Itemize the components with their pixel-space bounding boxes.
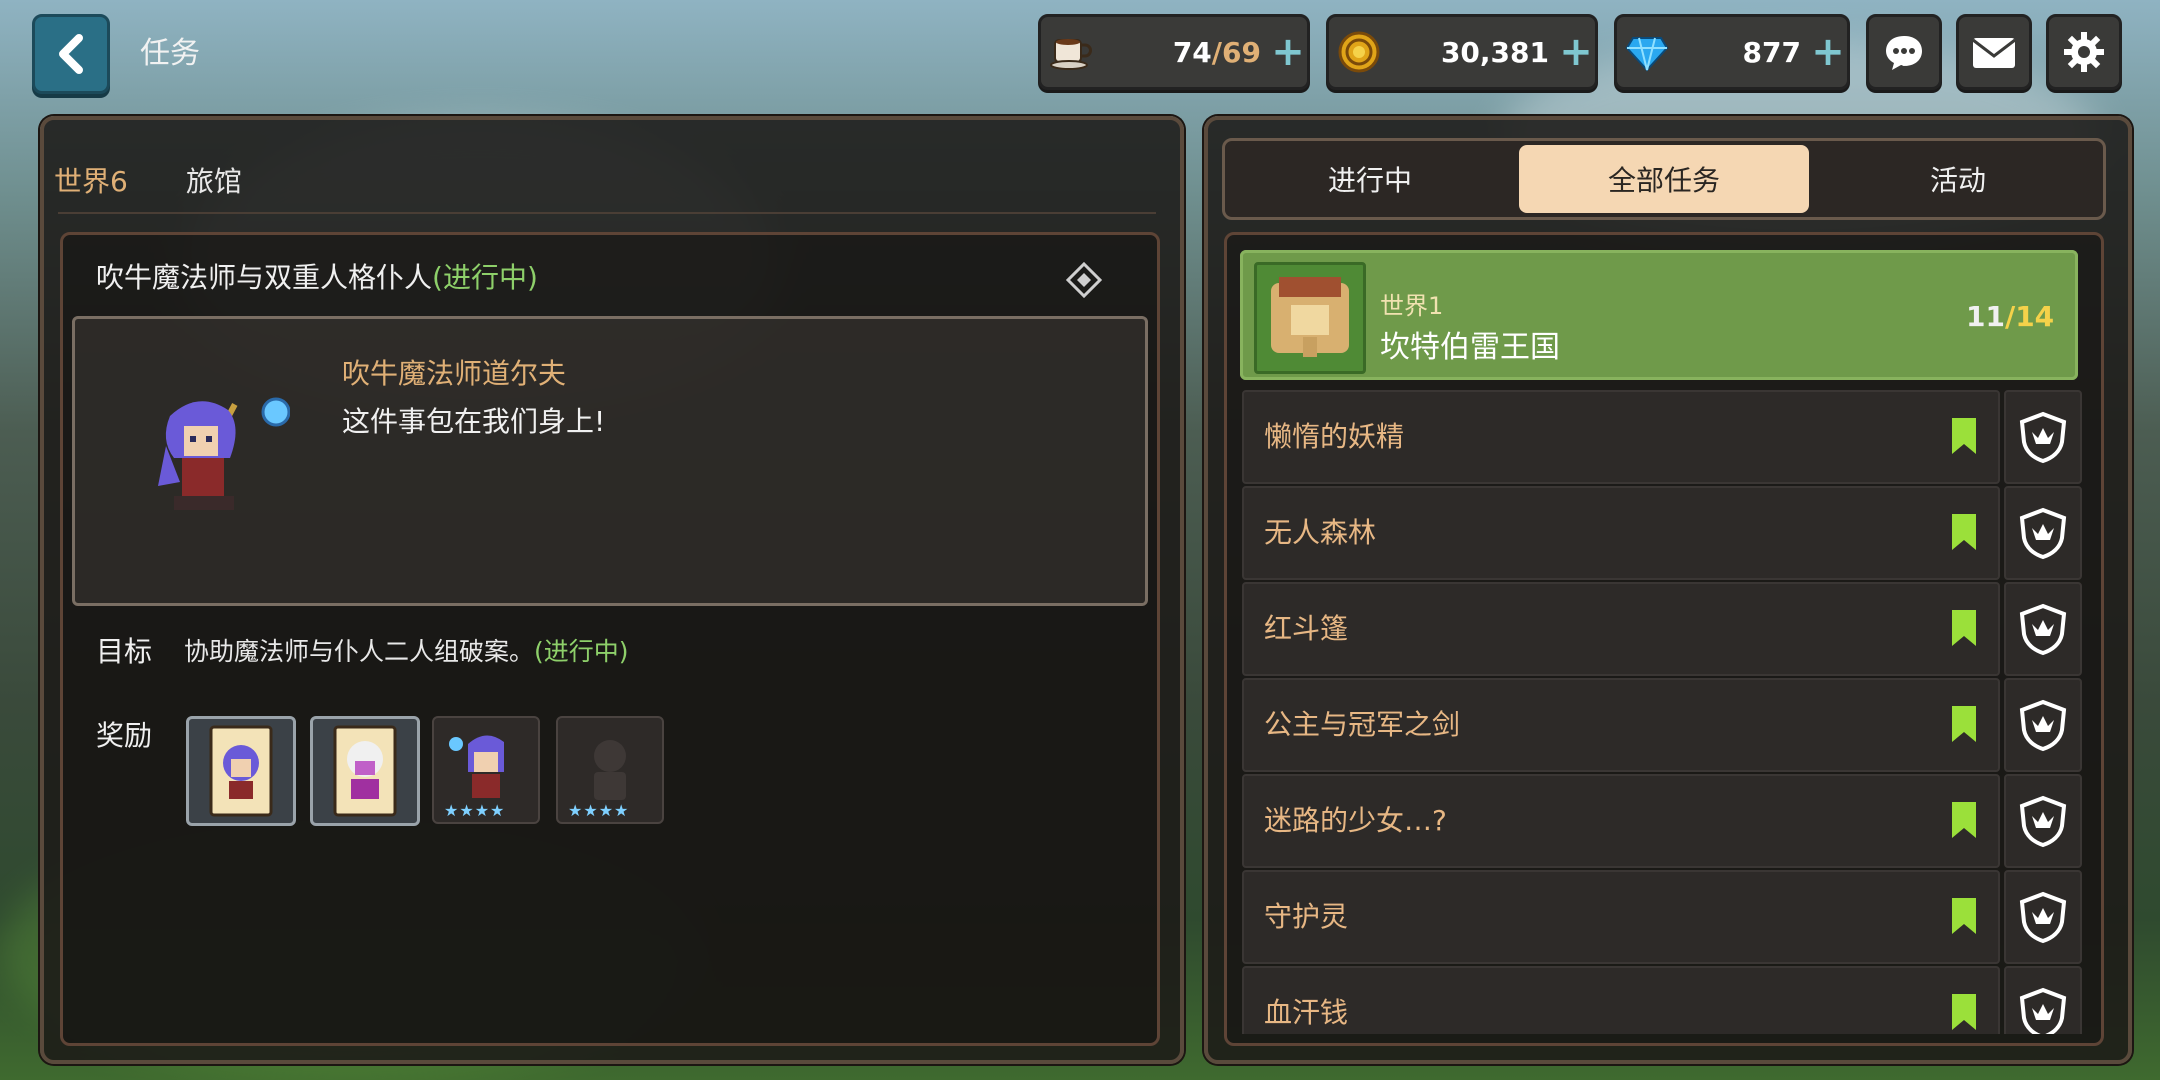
bookmark-icon	[1952, 898, 1976, 934]
bookmark-icon	[1952, 418, 1976, 454]
crown-shield-icon	[2019, 603, 2067, 656]
quest-emblem-button[interactable]	[2004, 678, 2082, 772]
quest-list-item[interactable]: 迷路的少女…?	[1242, 774, 2000, 868]
quest-name: 迷路的少女…?	[1264, 804, 1447, 837]
quest-list-item[interactable]: 血汗钱	[1242, 966, 2000, 1034]
quest-name: 公主与冠军之剑	[1264, 708, 1461, 741]
quest-list-item[interactable]: 守护灵	[1242, 870, 2000, 964]
bookmark-icon	[1952, 802, 1976, 838]
bookmark-icon	[1952, 610, 1976, 646]
quest-list-item[interactable]: 无人森林	[1242, 486, 2000, 580]
crown-shield-icon	[2019, 987, 2067, 1034]
quest-list-item[interactable]: 公主与冠军之剑	[1242, 678, 2000, 772]
quest-name: 无人森林	[1264, 516, 1377, 549]
quest-emblem-button[interactable]	[2004, 582, 2082, 676]
crown-shield-icon	[2019, 891, 2067, 944]
quest-name: 红斗篷	[1264, 612, 1349, 645]
quest-name: 懒惰的妖精	[1264, 420, 1405, 453]
quest-name: 血汗钱	[1264, 996, 1349, 1029]
crown-shield-icon	[2019, 507, 2067, 560]
quest-emblem-button[interactable]	[2004, 774, 2082, 868]
quest-list-item[interactable]: 懒惰的妖精	[1242, 390, 2000, 484]
bookmark-icon	[1952, 994, 1976, 1030]
quest-emblem-button[interactable]	[2004, 870, 2082, 964]
quest-name: 守护灵	[1264, 900, 1349, 933]
quest-emblem-button[interactable]	[2004, 966, 2082, 1034]
quest-list-item[interactable]: 红斗篷	[1242, 582, 2000, 676]
crown-shield-icon	[2019, 699, 2067, 752]
crown-shield-icon	[2019, 411, 2067, 464]
quest-emblem-button[interactable]	[2004, 390, 2082, 484]
crown-shield-icon	[2019, 795, 2067, 848]
bookmark-icon	[1952, 706, 1976, 742]
quest-emblem-button[interactable]	[2004, 486, 2082, 580]
bookmark-icon	[1952, 514, 1976, 550]
